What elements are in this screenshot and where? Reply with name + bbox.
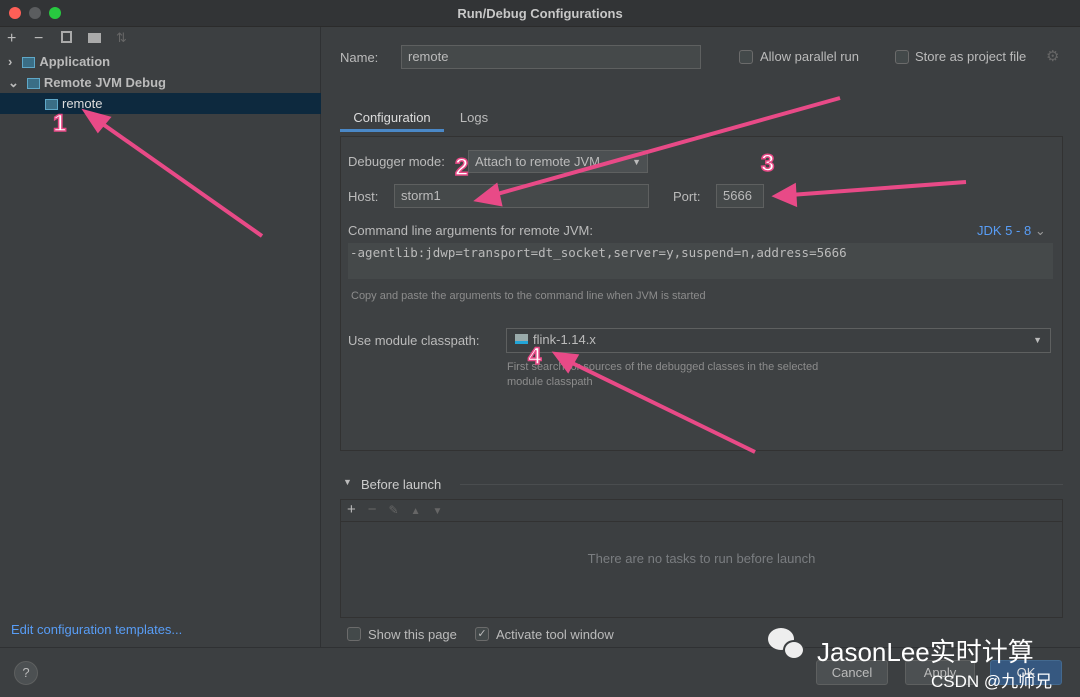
wechat-watermark: JasonLee实时计算	[817, 637, 1034, 667]
wechat-logo-icon	[783, 640, 805, 660]
annotation-arrow-4	[565, 358, 756, 454]
annotation-4: 4	[527, 342, 542, 371]
annotation-arrow-3	[789, 180, 967, 197]
annotation-arrow-2	[489, 96, 841, 198]
annotation-3: 3	[760, 149, 775, 178]
annotation-arrow-1	[95, 118, 264, 238]
annotation-1: 1	[52, 109, 67, 138]
annotation-2: 2	[454, 153, 469, 182]
csdn-watermark: CSDN @九师兄	[931, 672, 1053, 691]
